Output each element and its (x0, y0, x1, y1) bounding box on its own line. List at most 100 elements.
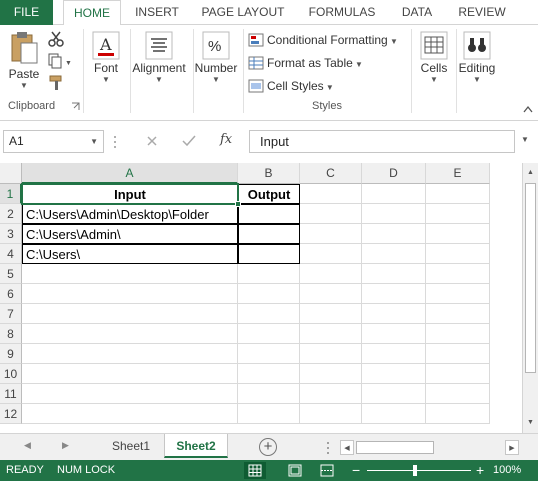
cell-styles-button[interactable]: Cell Styles ▼ (248, 76, 334, 96)
cell-d11[interactable] (362, 384, 426, 404)
cell-b1[interactable]: Output (238, 184, 300, 204)
cell-a7[interactable] (22, 304, 238, 324)
cell-a10[interactable] (22, 364, 238, 384)
horizontal-scrollbar[interactable]: ◀ ▶ (340, 440, 520, 455)
name-box[interactable]: A1 ▼ (3, 130, 104, 153)
cell-c6[interactable] (300, 284, 362, 304)
row-header-3[interactable]: 3 (0, 224, 22, 244)
cell-e4[interactable] (426, 244, 490, 264)
zoom-slider[interactable] (367, 470, 471, 471)
column-header-e[interactable]: E (426, 163, 490, 184)
paste-dropdown-icon[interactable]: ▼ (4, 81, 44, 90)
cell-a4[interactable]: C:\Users\ (22, 244, 238, 264)
cell-e2[interactable] (426, 204, 490, 224)
format-painter-icon[interactable] (47, 75, 65, 91)
cell-c3[interactable] (300, 224, 362, 244)
cell-b10[interactable] (238, 364, 300, 384)
cell-d4[interactable] (362, 244, 426, 264)
page-layout-view-button[interactable] (284, 462, 306, 479)
fill-handle[interactable] (235, 201, 241, 207)
cell-d10[interactable] (362, 364, 426, 384)
cell-e5[interactable] (426, 264, 490, 284)
prev-sheet-icon[interactable]: ◀ (24, 440, 31, 451)
normal-view-button[interactable] (244, 462, 266, 479)
cell-c8[interactable] (300, 324, 362, 344)
copy-icon[interactable]: ▼ (47, 53, 73, 69)
enter-check-icon[interactable] (182, 135, 196, 147)
zoom-in-button[interactable]: + (476, 462, 484, 478)
font-button[interactable]: A Font ▼ (88, 31, 124, 84)
tab-data[interactable]: DATA (393, 0, 441, 25)
cell-d8[interactable] (362, 324, 426, 344)
row-header-6[interactable]: 6 (0, 284, 22, 304)
paste-button[interactable]: Paste ▼ (4, 31, 44, 90)
select-all-corner[interactable] (0, 163, 22, 184)
cell-e1[interactable] (426, 184, 490, 204)
column-header-c[interactable]: C (300, 163, 362, 184)
cell-b2[interactable] (238, 204, 300, 224)
cell-e12[interactable] (426, 404, 490, 424)
cell-a9[interactable] (22, 344, 238, 364)
cell-c4[interactable] (300, 244, 362, 264)
expand-formula-bar-icon[interactable]: ▼ (521, 135, 529, 144)
scroll-left-icon[interactable]: ◀ (340, 440, 354, 455)
zoom-slider-knob[interactable] (413, 465, 417, 476)
vertical-scrollbar[interactable]: ▲ ▼ (522, 163, 538, 433)
drag-handle-icon[interactable] (112, 134, 118, 150)
cell-d12[interactable] (362, 404, 426, 424)
cell-c1[interactable] (300, 184, 362, 204)
tab-home[interactable]: HOME (63, 0, 121, 26)
cell-d5[interactable] (362, 264, 426, 284)
cut-icon[interactable] (47, 30, 65, 48)
zoom-level[interactable]: 100% (493, 464, 521, 476)
cell-e10[interactable] (426, 364, 490, 384)
worksheet-grid[interactable]: A B C D E 1 Input Output 2 C:\Users\Admin\Desktop… (0, 163, 522, 433)
cell-d1[interactable] (362, 184, 426, 204)
scroll-down-icon[interactable]: ▼ (523, 415, 538, 431)
next-sheet-icon[interactable]: ▶ (62, 440, 69, 451)
cell-b7[interactable] (238, 304, 300, 324)
vertical-scroll-thumb[interactable] (525, 183, 536, 373)
tab-formulas[interactable]: FORMULAS (302, 0, 382, 25)
cell-a8[interactable] (22, 324, 238, 344)
column-header-a[interactable]: A (22, 163, 238, 184)
cell-a5[interactable] (22, 264, 238, 284)
cell-c9[interactable] (300, 344, 362, 364)
splitter-handle-icon[interactable] (325, 441, 331, 455)
clipboard-launcher-icon[interactable] (71, 102, 80, 111)
tab-file[interactable]: FILE (0, 0, 53, 25)
cell-a11[interactable] (22, 384, 238, 404)
cell-d2[interactable] (362, 204, 426, 224)
insert-function-icon[interactable]: fx (220, 132, 232, 147)
cell-e3[interactable] (426, 224, 490, 244)
column-header-b[interactable]: B (238, 163, 300, 184)
conditional-formatting-button[interactable]: Conditional Formatting ▼ (248, 30, 398, 50)
tab-insert[interactable]: INSERT (128, 0, 186, 25)
cell-b3[interactable] (238, 224, 300, 244)
cell-b4[interactable] (238, 244, 300, 264)
cell-d6[interactable] (362, 284, 426, 304)
scroll-right-icon[interactable]: ▶ (505, 440, 519, 455)
formula-input[interactable]: Input (249, 130, 515, 153)
row-header-5[interactable]: 5 (0, 264, 22, 284)
cell-b12[interactable] (238, 404, 300, 424)
sheet-tab-sheet2[interactable]: Sheet2 (164, 434, 228, 458)
cell-a12[interactable] (22, 404, 238, 424)
row-header-8[interactable]: 8 (0, 324, 22, 344)
row-header-11[interactable]: 11 (0, 384, 22, 404)
zoom-out-button[interactable]: − (352, 462, 360, 478)
row-header-7[interactable]: 7 (0, 304, 22, 324)
column-header-d[interactable]: D (362, 163, 426, 184)
cell-e11[interactable] (426, 384, 490, 404)
cell-c5[interactable] (300, 264, 362, 284)
cell-e6[interactable] (426, 284, 490, 304)
page-break-view-button[interactable] (316, 462, 338, 479)
cell-e8[interactable] (426, 324, 490, 344)
editing-button[interactable]: Editing ▼ (456, 31, 498, 84)
tab-review[interactable]: REVIEW (452, 0, 512, 25)
cell-b6[interactable] (238, 284, 300, 304)
row-header-2[interactable]: 2 (0, 204, 22, 224)
number-button[interactable]: % Number ▼ (193, 31, 239, 84)
horizontal-scroll-thumb[interactable] (356, 441, 434, 454)
cell-e9[interactable] (426, 344, 490, 364)
